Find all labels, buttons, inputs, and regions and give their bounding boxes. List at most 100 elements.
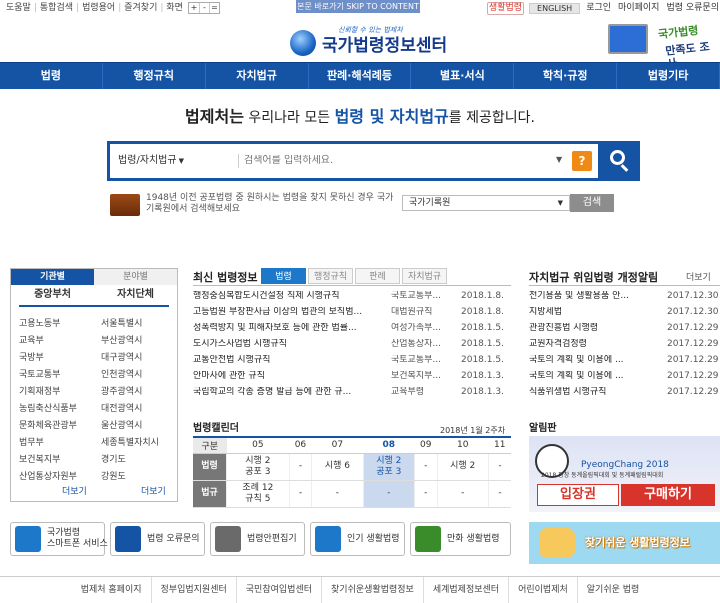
- list-item[interactable]: 보건복지부: [19, 452, 77, 469]
- list-item[interactable]: 광주광역시: [101, 384, 159, 401]
- law-title[interactable]: 국립학교의 각종 증명 발급 등에 관한 규...: [193, 387, 391, 403]
- nav-etc[interactable]: 법령기타: [617, 63, 720, 89]
- footer-link[interactable]: 국민참여입법센터: [237, 577, 323, 603]
- calendar-day[interactable]: 11: [488, 436, 511, 454]
- law-row[interactable]: 안마사에 관한 규칙 보건복지부... 2018.1.3.: [193, 371, 511, 387]
- life-law-link[interactable]: 생활법령: [486, 2, 525, 15]
- list-item[interactable]: 국방부: [19, 350, 77, 367]
- life-law-banner[interactable]: 찾기쉬운 생활법령정보: [529, 522, 720, 564]
- revision-row[interactable]: 교원자격검정령 2017.12.29: [529, 339, 720, 355]
- list-item[interactable]: 국토교통부: [19, 367, 77, 384]
- nav-precedents[interactable]: 판례·해석례등: [309, 63, 412, 89]
- calendar-day[interactable]: 06: [289, 436, 312, 454]
- error-report-link[interactable]: 법령 오류문의: [665, 3, 720, 14]
- law-title[interactable]: 교통안전법 시행규칙: [193, 355, 391, 371]
- archive-select[interactable]: 국가기록원 ▼: [402, 195, 570, 211]
- law-title[interactable]: 안마사에 관한 규칙: [193, 371, 391, 387]
- revision-row[interactable]: 식품위생법 시행규칙 2017.12.29: [529, 387, 720, 403]
- zoom-reset-button[interactable]: =: [208, 3, 219, 13]
- law-row[interactable]: 행정중심복합도시건설청 직제 시행규칙 국토교통부... 2018.1.8.: [193, 291, 511, 307]
- list-item[interactable]: 농림축산식품부: [19, 401, 77, 418]
- revision-title[interactable]: 식품위생법 시행규칙: [529, 387, 667, 403]
- satisfaction-survey-banner[interactable]: 국가법령 만족도 조사: [604, 18, 720, 71]
- nav-forms[interactable]: 별표·서식: [411, 63, 515, 89]
- list-item[interactable]: 문화체육관광부: [19, 418, 77, 435]
- search-help-button[interactable]: ?: [572, 151, 592, 171]
- tab-admin-rules[interactable]: 행정규칙: [308, 268, 353, 284]
- calendar-cell[interactable]: 조례 12 규칙 5: [226, 480, 290, 508]
- calendar-day[interactable]: 05: [226, 436, 290, 454]
- law-title[interactable]: 성폭력방지 및 피해자보호 등에 관한 법률...: [193, 323, 391, 339]
- site-logo[interactable]: 신뢰할 수 있는 법제처 국가법령정보센터: [290, 24, 470, 64]
- list-item[interactable]: 울산광역시: [101, 418, 159, 435]
- law-row[interactable]: 교통안전법 시행규칙 국토교통부... 2018.1.5.: [193, 355, 511, 371]
- law-row[interactable]: 도시가스사업법 시행규칙 산업통상자... 2018.1.5.: [193, 339, 511, 355]
- mypage-link[interactable]: 마이페이지: [617, 3, 660, 14]
- law-row[interactable]: 성폭력방지 및 피해자보호 등에 관한 법률... 여성가족부... 2018.1.…: [193, 323, 511, 339]
- calendar-day-current[interactable]: 08: [363, 436, 415, 454]
- help-link[interactable]: 도움말: [6, 3, 31, 14]
- footer-link[interactable]: 정부입법지원센터: [152, 577, 237, 603]
- list-item[interactable]: 강원도: [101, 469, 159, 486]
- smartphone-service-button[interactable]: 국가법령 스마트폰 서비스: [10, 522, 108, 556]
- tab-local-laws[interactable]: 자치법규: [402, 268, 447, 284]
- search-scope-select[interactable]: 법령/자치법규 ▼: [118, 155, 184, 167]
- revision-title[interactable]: 지방세법: [529, 307, 667, 323]
- skip-to-content-link[interactable]: 본문 바로가기 SKIP TO CONTENT: [296, 0, 420, 13]
- calendar-day[interactable]: 07: [311, 436, 364, 454]
- law-error-button[interactable]: 법령 오류문의: [110, 522, 205, 556]
- local-more-link[interactable]: 더보기: [141, 487, 166, 498]
- tab-by-field[interactable]: 분야별: [94, 269, 177, 285]
- law-title[interactable]: 고등법원 부장판사급 이상의 법관의 보직범...: [193, 307, 391, 323]
- law-title[interactable]: 도시가스사업법 시행규칙: [193, 339, 391, 355]
- calendar-day[interactable]: 09: [414, 436, 437, 454]
- law-title[interactable]: 행정중심복합도시건설청 직제 시행규칙: [193, 291, 391, 307]
- list-item[interactable]: 고용노동부: [19, 316, 77, 333]
- glossary-link[interactable]: 법령용어: [82, 3, 115, 14]
- revision-row[interactable]: 전기용품 및 생활용품 안... 2017.12.30: [529, 291, 720, 307]
- calendar-day[interactable]: 10: [437, 436, 489, 454]
- central-more-link[interactable]: 더보기: [62, 487, 87, 498]
- list-item[interactable]: 경기도: [101, 452, 159, 469]
- tab-by-agency[interactable]: 기관별: [11, 269, 94, 285]
- revision-row[interactable]: 관광진흥법 시행령 2017.12.29: [529, 323, 720, 339]
- calendar-cell[interactable]: 시행 2: [436, 453, 489, 481]
- list-item[interactable]: 인천광역시: [101, 367, 159, 384]
- local-revisions-more-link[interactable]: 더보기: [686, 273, 711, 284]
- revision-title[interactable]: 전기용품 및 생활용품 안...: [529, 291, 667, 307]
- comic-life-law-button[interactable]: 만화 생활법령: [410, 522, 511, 556]
- english-link[interactable]: ENGLISH: [529, 2, 581, 15]
- revision-title[interactable]: 국토의 계획 및 이용에 ...: [529, 371, 667, 387]
- revision-title[interactable]: 관광진흥법 시행령: [529, 323, 667, 339]
- calendar-cell[interactable]: 시행 2 공포 3: [362, 453, 415, 481]
- login-link[interactable]: 로그인: [585, 3, 612, 14]
- law-editor-button[interactable]: 법령안편집기: [210, 522, 305, 556]
- search-button[interactable]: [598, 141, 640, 181]
- popular-life-law-button[interactable]: 인기 생활법령: [310, 522, 405, 556]
- revision-row[interactable]: 지방세법 2017.12.30: [529, 307, 720, 323]
- law-row[interactable]: 국립학교의 각종 증명 발급 등에 관한 규... 교육부령 2018.1.3.: [193, 387, 511, 403]
- autocomplete-toggle-icon[interactable]: ▼: [556, 155, 562, 165]
- tab-precedents[interactable]: 판례: [355, 268, 400, 284]
- list-item[interactable]: 교육부: [19, 333, 77, 350]
- favorites-link[interactable]: 즐겨찾기: [124, 3, 157, 14]
- search-input[interactable]: [244, 155, 544, 166]
- nav-school-rules[interactable]: 학칙·규정: [514, 63, 618, 89]
- archive-search-button[interactable]: 검색: [570, 194, 614, 212]
- tab-laws[interactable]: 법령: [261, 268, 306, 284]
- list-item[interactable]: 대구광역시: [101, 350, 159, 367]
- list-item[interactable]: 세종특별자치시: [101, 435, 159, 452]
- nav-laws[interactable]: 법령: [0, 63, 103, 89]
- olympic-ticket-banner[interactable]: PyeongChang 2018 2018 평창 동계올림픽대회 및 동계패럴림…: [529, 436, 720, 512]
- footer-link[interactable]: 찾기쉬운생활법령정보: [322, 577, 424, 603]
- revision-row[interactable]: 국토의 계획 및 이용에 ... 2017.12.29: [529, 371, 720, 387]
- law-row[interactable]: 고등법원 부장판사급 이상의 법관의 보직범... 대법원규칙 2018.1.8.: [193, 307, 511, 323]
- nav-local-laws[interactable]: 자치법규: [206, 63, 309, 89]
- calendar-cell[interactable]: 시행 6: [311, 453, 364, 481]
- footer-link[interactable]: 법제처 홈페이지: [72, 577, 152, 603]
- footer-link[interactable]: 알기쉬운 법령: [578, 577, 649, 603]
- zoom-in-button[interactable]: +: [189, 3, 199, 13]
- footer-link[interactable]: 어린이법제처: [509, 577, 578, 603]
- list-item[interactable]: 산업통상자원부: [19, 469, 77, 486]
- list-item[interactable]: 대전광역시: [101, 401, 159, 418]
